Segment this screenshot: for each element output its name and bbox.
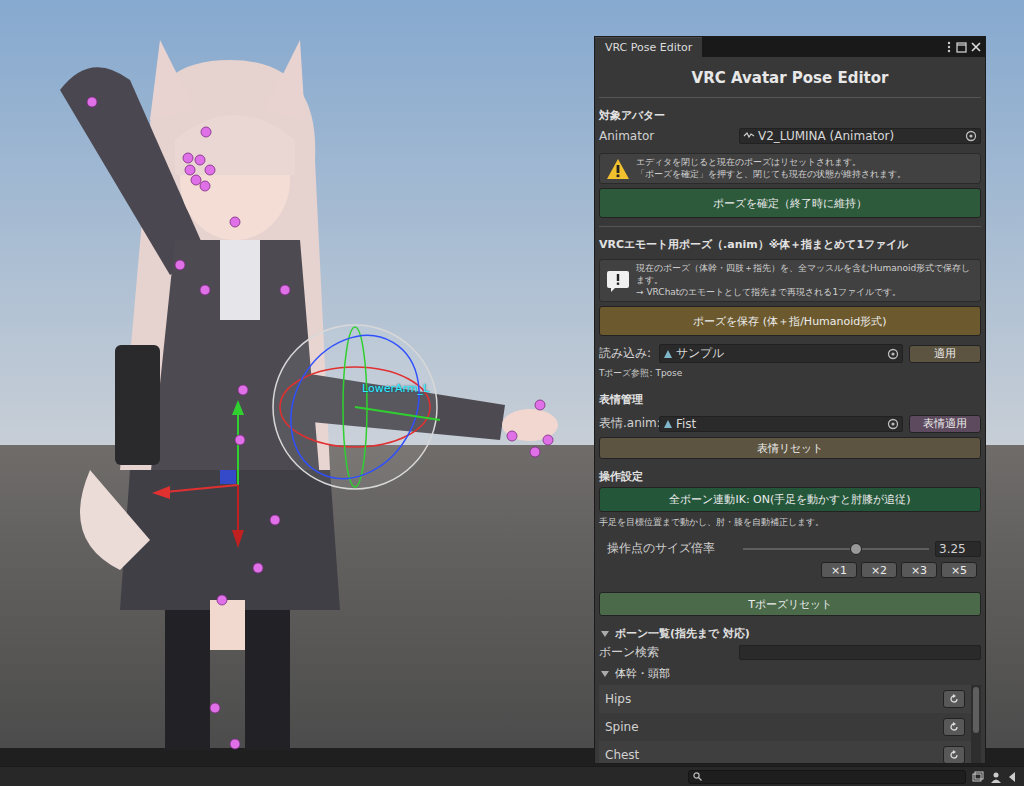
more-menu-icon[interactable] xyxy=(946,41,952,53)
confirm-pose-button[interactable]: ポーズを確定（終了時に維持） xyxy=(599,188,981,218)
search-field[interactable] xyxy=(688,770,966,784)
bone-search-field[interactable] xyxy=(739,645,981,660)
animator-icon xyxy=(743,131,755,141)
pose-editor-window: VRC Pose EditorVRC Avatar Pose Editor 対象ア… xyxy=(594,36,986,764)
slider-value-field[interactable]: 3.25 xyxy=(935,541,981,557)
info-line: → VRChatのエモートとして指先まで再現される1ファイルです。 xyxy=(636,287,974,299)
field-value: サンプル xyxy=(676,345,884,362)
bone-row[interactable]: Spine xyxy=(599,713,971,741)
animator-field[interactable]: V2_LUMINA (Animator) xyxy=(739,128,981,144)
field-label: ボーン検索 xyxy=(599,644,739,661)
bone-list-area: Hips Spine Chest xyxy=(599,685,981,763)
separator xyxy=(599,97,981,98)
window-body: VRC Avatar Pose Editor 対象アバター Animator V2_L… xyxy=(595,57,985,763)
tpose-reset-button[interactable]: Tポーズリセット xyxy=(599,592,981,616)
layers-icon[interactable] xyxy=(972,771,984,783)
reset-icon xyxy=(949,750,959,760)
search-icon xyxy=(693,772,702,781)
info-box: 現在のポーズ（体幹・四肢＋指先）を、全マッスルを含むHumanoid形式で保存し… xyxy=(599,259,981,302)
title-bar: VRC Pose Editor xyxy=(595,37,985,57)
slider-track[interactable] xyxy=(743,548,929,550)
separator xyxy=(599,226,981,227)
arrow-icon[interactable] xyxy=(1008,771,1016,783)
field-value: Fist xyxy=(676,417,884,431)
section-title: 対象アバター xyxy=(599,102,981,126)
object-picker-icon[interactable] xyxy=(887,348,899,360)
foldout-arrow-icon xyxy=(601,671,609,677)
group-foldout[interactable]: 体幹・頭部 xyxy=(599,662,981,683)
scale-button[interactable]: ×5 xyxy=(941,562,977,578)
foldout-arrow-icon xyxy=(601,631,609,637)
info-line: 現在のポーズ（体幹・四肢＋指先）を、全マッスルを含むHumanoid形式で保存し… xyxy=(636,263,974,286)
anim-clip-icon xyxy=(663,419,673,429)
editor-heading: VRC Avatar Pose Editor xyxy=(599,57,981,97)
reset-icon xyxy=(949,694,959,704)
expression-row: 表情.anim: Fist 表情適用 xyxy=(599,414,981,433)
anim-clip-icon xyxy=(663,349,673,359)
animator-row: Animator V2_LUMINA (Animator) xyxy=(599,126,981,145)
info-icon xyxy=(606,270,630,292)
section-title: 表情管理 xyxy=(599,384,981,410)
window-tab[interactable]: VRC Pose Editor xyxy=(595,37,702,57)
button-label: 全ボーン連動IK: ON(手足を動かすと肘膝が追従) xyxy=(669,492,910,507)
bone-row[interactable]: Hips xyxy=(599,685,971,713)
info-text: 現在のポーズ（体幹・四肢＋指先）を、全マッスルを含むHumanoid形式で保存し… xyxy=(636,263,974,298)
bone-search-row: ボーン検索 xyxy=(599,643,981,662)
warning-line: エディタを閉じると現在のポーズはリセットされます。 xyxy=(636,157,906,169)
warning-box: エディタを閉じると現在のポーズはリセットされます。「ポーズを確定」を押すと、閉じ… xyxy=(599,153,981,184)
close-icon[interactable] xyxy=(971,42,981,52)
bone-list-foldout[interactable]: ボーン一覧(指先まで 対応) xyxy=(599,616,981,643)
expression-apply-button[interactable]: 表情適用 xyxy=(909,415,981,433)
warning-icon xyxy=(606,158,630,180)
bone-list: Hips Spine Chest xyxy=(599,685,971,763)
field-label: 読み込み: xyxy=(599,345,659,362)
bone-name: Spine xyxy=(605,720,943,734)
scale-button[interactable]: ×2 xyxy=(861,562,897,578)
section-title: VRCエモート用ポーズ（.anim）※体＋指まとめて1ファイル xyxy=(599,231,981,255)
ik-hint: 手足を目標位置まで動かし、肘・膝を自動補正します。 xyxy=(599,512,981,533)
gizmo-label: LowerArm_L xyxy=(362,382,429,395)
size-slider-row: 操作点のサイズ倍率 3.25 xyxy=(599,539,981,558)
expression-reset-button[interactable]: 表情リセット xyxy=(599,437,981,459)
save-pose-button[interactable]: ポーズを保存 (体＋指/Humanoid形式) xyxy=(599,306,981,336)
bone-reset-button[interactable] xyxy=(943,746,965,763)
scrollbar[interactable] xyxy=(971,685,981,763)
scrollbar-thumb[interactable] xyxy=(973,687,979,733)
bone-reset-button[interactable] xyxy=(943,718,965,736)
object-picker-icon[interactable] xyxy=(965,130,977,142)
warning-text: エディタを閉じると現在のポーズはリセットされます。「ポーズを確定」を押すと、閉じ… xyxy=(636,157,906,180)
scale-button[interactable]: ×3 xyxy=(901,562,937,578)
slider-fill xyxy=(743,548,856,550)
bone-name: Hips xyxy=(605,692,943,706)
field-label: 表情.anim: xyxy=(599,415,659,432)
tpose-reference: Tポーズ参照: Tpose xyxy=(599,363,981,384)
slider-handle[interactable] xyxy=(850,543,862,555)
load-row: 読み込み: サンプル 適用 xyxy=(599,344,981,363)
object-picker-icon[interactable] xyxy=(887,418,899,430)
scale-button[interactable]: ×1 xyxy=(821,562,857,578)
window-controls xyxy=(946,37,985,57)
ik-toggle-button[interactable]: 全ボーン連動IK: ON(手足を動かすと肘膝が追従) xyxy=(599,487,981,512)
group-title: 体幹・頭部 xyxy=(615,666,670,681)
foldout-title: ボーン一覧(指先まで 対応) xyxy=(615,626,750,641)
account-icon[interactable] xyxy=(990,771,1002,783)
scale-buttons: ×1×2×3×5 xyxy=(599,558,981,578)
expression-field[interactable]: Fist xyxy=(659,416,903,432)
section-title: 操作設定 xyxy=(599,459,981,487)
bottom-toolbar xyxy=(0,766,1024,786)
slider-label: 操作点のサイズ倍率 xyxy=(607,540,743,557)
bone-name: Chest xyxy=(605,748,943,762)
warning-line: 「ポーズを確定」を押すと、閉じても現在の状態が維持されます。 xyxy=(636,169,906,181)
bone-row[interactable]: Chest xyxy=(599,741,971,763)
apply-button[interactable]: 適用 xyxy=(909,345,981,363)
maximize-icon[interactable] xyxy=(956,42,967,53)
bone-reset-button[interactable] xyxy=(943,690,965,708)
load-anim-field[interactable]: サンプル xyxy=(659,344,903,363)
reset-icon xyxy=(949,722,959,732)
field-value: V2_LUMINA (Animator) xyxy=(758,129,962,143)
field-label: Animator xyxy=(599,129,739,143)
